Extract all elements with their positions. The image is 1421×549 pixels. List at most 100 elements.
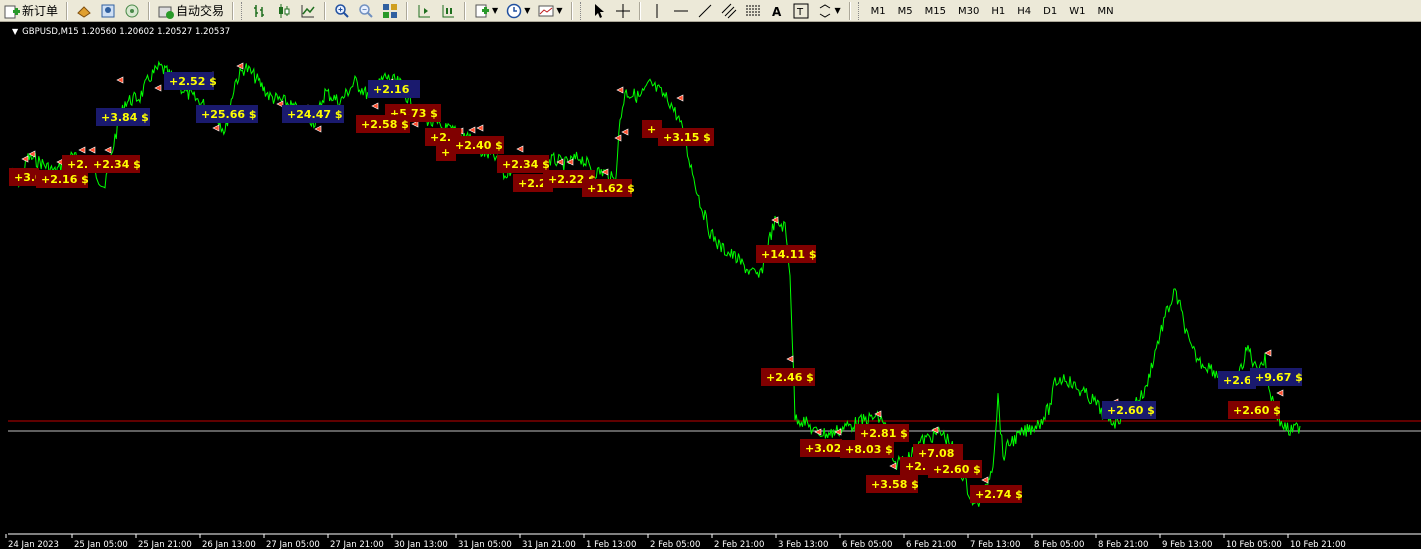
tile-windows-button[interactable] <box>379 1 401 21</box>
trade-profit-label[interactable]: +24.47 $ <box>282 105 344 123</box>
trade-profit-label[interactable]: +2.60 $ <box>1102 401 1156 419</box>
timeframe-d1-button[interactable]: D1 <box>1037 2 1063 20</box>
svg-text:+24.47 $: +24.47 $ <box>287 108 343 121</box>
fibonacci-tool-button[interactable] <box>742 1 764 21</box>
new-order-button[interactable]: 新订单 <box>1 1 61 21</box>
toolbar-separator <box>638 1 641 20</box>
order-arrow-marker <box>116 76 124 84</box>
candlestick-chart-button[interactable] <box>273 1 295 21</box>
trade-profit-label[interactable]: +8.03 $ <box>840 440 894 458</box>
price-chart[interactable]: +3.0+2.16 $+2. +2.34 $+3.84 $+2.52 $+25.6… <box>0 22 1421 549</box>
timeframe-m5-button[interactable]: M5 <box>892 2 919 20</box>
toolbar-separator <box>464 1 467 20</box>
toolbar-grip[interactable] <box>579 1 584 20</box>
svg-text:+2.81 $: +2.81 $ <box>860 427 908 440</box>
zoom-out-button[interactable] <box>355 1 377 21</box>
trade-profit-label[interactable]: +2.16 <box>368 80 420 98</box>
order-arrow-marker <box>88 146 96 154</box>
line-chart-icon <box>300 3 316 19</box>
svg-text:+2.52 $: +2.52 $ <box>169 75 217 88</box>
trade-profit-label[interactable]: + <box>436 143 456 161</box>
trade-profit-label[interactable]: +2.60 $ <box>1228 401 1281 419</box>
cursor-tool-button[interactable] <box>588 1 610 21</box>
timeframe-h4-button[interactable]: H4 <box>1011 2 1037 20</box>
data-window-button[interactable] <box>97 1 119 21</box>
svg-text:+2.60 $: +2.60 $ <box>1233 404 1281 417</box>
trade-profit-label[interactable]: +3.02 <box>800 439 842 457</box>
trade-profit-label[interactable]: +2.40 $ <box>450 136 504 154</box>
time-axis-label: 31 Jan 21:00 <box>522 540 576 549</box>
equidistant-channel-tool-button[interactable] <box>718 1 740 21</box>
arrows-tool-button[interactable]: ▼ <box>814 1 844 21</box>
trade-profit-label[interactable]: +2.58 $ <box>356 115 410 133</box>
timeframe-h1-button[interactable]: H1 <box>985 2 1011 20</box>
chart-window[interactable]: +3.0 +2.16 $ +2. +2.34 $ +3.84 $ +2.52 $ +25.6… <box>0 22 1421 549</box>
trade-profit-label[interactable]: +25.66 $ <box>196 105 258 123</box>
indicators-button[interactable]: ▼ <box>471 1 501 21</box>
trade-profit-label[interactable]: +1.62 $ <box>582 179 635 197</box>
svg-text:A: A <box>772 5 782 19</box>
navigator-icon <box>124 3 140 19</box>
svg-text:+2.16 $: +2.16 $ <box>41 173 89 186</box>
bar-chart-button[interactable] <box>249 1 271 21</box>
time-axis-label: 10 Feb 05:00 <box>1226 540 1282 549</box>
text-tool-button[interactable]: A <box>766 1 788 21</box>
toolbar-separator <box>324 1 327 20</box>
trade-profit-label[interactable]: +3.84 $ <box>96 108 150 126</box>
line-chart-button[interactable] <box>297 1 319 21</box>
crosshair-tool-button[interactable] <box>612 1 634 21</box>
order-arrow-marker <box>1264 349 1272 357</box>
trade-profit-label[interactable]: +2.60 $ <box>928 460 982 478</box>
toolbar-separator <box>570 1 573 20</box>
templates-button[interactable]: ▼ <box>535 1 565 21</box>
trade-profit-label[interactable]: +9.67 $ <box>1250 368 1303 386</box>
svg-text:+2.60 $: +2.60 $ <box>1107 404 1155 417</box>
text-label-tool-button[interactable]: T <box>790 1 812 21</box>
timeframe-m30-button[interactable]: M30 <box>952 2 985 20</box>
toolbar-grip[interactable] <box>241 1 245 20</box>
autotrading-label: 自动交易 <box>176 4 225 18</box>
horizontal-line-tool-button[interactable] <box>670 1 692 21</box>
svg-text:+: + <box>441 146 450 159</box>
trade-profit-label[interactable]: +3.15 $ <box>658 128 714 146</box>
dropdown-arrow-icon: ▼ <box>492 6 499 15</box>
order-arrow-marker <box>212 124 220 132</box>
periods-button[interactable]: ▼ <box>503 1 533 21</box>
navigator-button[interactable] <box>121 1 143 21</box>
timeframe-m15-button[interactable]: M15 <box>919 2 952 20</box>
chart-shift-button[interactable] <box>413 1 435 21</box>
svg-text:+2.2: +2.2 <box>518 177 547 190</box>
time-axis-label: 25 Jan 05:00 <box>74 540 128 549</box>
timeframe-mn-button[interactable]: MN <box>1091 2 1119 20</box>
trade-profit-label[interactable]: +14.11 $ <box>756 245 817 263</box>
trade-profit-label[interactable]: +2.34 $ <box>88 155 141 173</box>
trade-profit-label[interactable]: +3.58 $ <box>866 475 919 493</box>
time-axis-label: 3 Feb 13:00 <box>778 540 828 549</box>
timeframe-m1-button[interactable]: M1 <box>865 2 892 20</box>
trade-profit-label[interactable]: +2.34 $ <box>497 155 550 173</box>
vertical-line-tool-button[interactable] <box>646 1 668 21</box>
autoscroll-button[interactable] <box>437 1 459 21</box>
trade-profit-label[interactable]: +2.46 $ <box>761 368 815 386</box>
time-axis-label: 6 Feb 05:00 <box>842 540 892 549</box>
text-icon: A <box>769 3 785 19</box>
time-axis-label: 25 Jan 21:00 <box>138 540 192 549</box>
time-axis-label: 10 Feb 21:00 <box>1290 540 1346 549</box>
market-watch-button[interactable] <box>73 1 95 21</box>
time-axis-label: 27 Jan 05:00 <box>266 540 320 549</box>
collapse-triangle-icon[interactable]: ▼ <box>12 27 18 36</box>
zoom-out-icon <box>358 3 374 19</box>
toolbar-grip[interactable] <box>857 1 862 20</box>
candlestick-icon <box>276 3 292 19</box>
zoom-in-button[interactable] <box>331 1 353 21</box>
fibonacci-icon <box>745 3 761 19</box>
trendline-tool-button[interactable] <box>694 1 716 21</box>
timeframe-w1-button[interactable]: W1 <box>1063 2 1091 20</box>
clock-icon <box>506 3 522 19</box>
trade-profit-label[interactable]: +7.08 <box>913 444 963 462</box>
trade-profit-label[interactable]: +2.81 $ <box>855 424 909 442</box>
trade-profit-label[interactable]: +2.52 $ <box>164 72 217 90</box>
order-arrow-marker <box>981 476 989 484</box>
trade-profit-label[interactable]: +2.74 $ <box>970 485 1023 503</box>
autotrading-button[interactable]: 自动交易 <box>155 1 227 21</box>
